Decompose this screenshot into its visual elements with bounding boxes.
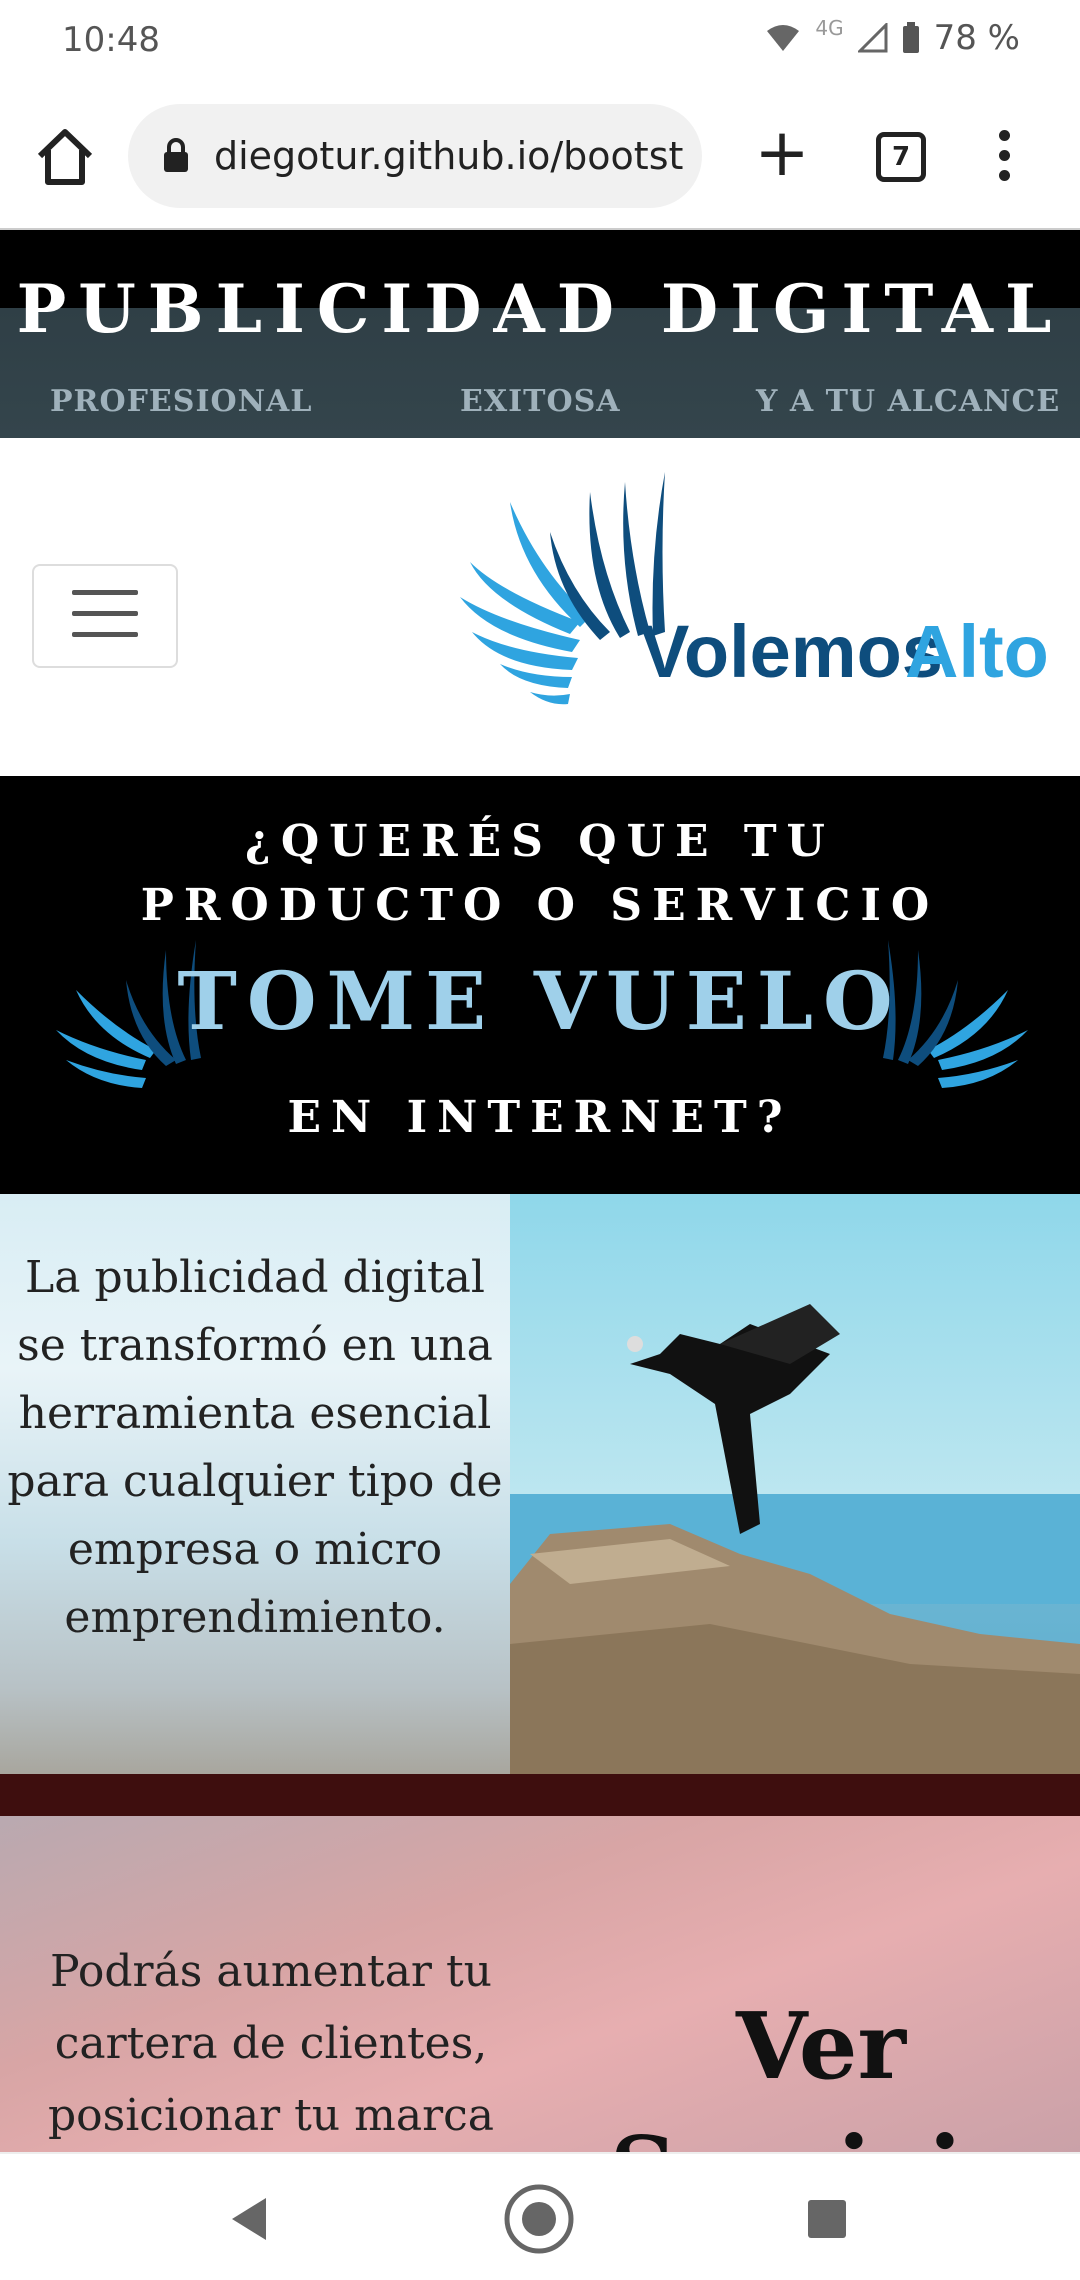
- banner-line-1: ¿QUERÉS QUE TU: [245, 816, 835, 867]
- status-icons: 4G 78 %: [765, 16, 1020, 58]
- battery-icon: [902, 22, 919, 53]
- home-icon[interactable]: [30, 122, 100, 192]
- logo-text-volemos: Volemos: [640, 610, 943, 693]
- recents-icon[interactable]: [792, 2184, 862, 2254]
- logo-text-alto: Alto: [905, 610, 1049, 693]
- intro-section: La publicidad digital se transformó en u…: [0, 1194, 1080, 1774]
- lock-icon: [164, 138, 188, 172]
- banner-line-4: EN INTERNET?: [287, 1092, 793, 1143]
- volemosalto-logo[interactable]: Volemos Alto: [460, 472, 1060, 722]
- benefits-section: Podrás aumentar tu cartera de clientes, …: [0, 1816, 1080, 2152]
- section-divider: [0, 1774, 1080, 1816]
- home-nav-icon[interactable]: [504, 2184, 574, 2254]
- hero-header: PUBLICIDAD DIGITAL PROFESIONAL EXITOSA Y…: [0, 230, 1080, 438]
- banner-line-2: PRODUCTO O SERVICIO: [140, 880, 940, 931]
- signal-icon: [857, 23, 888, 53]
- wifi-icon: [767, 25, 800, 51]
- navbar: Volemos Alto: [0, 438, 1080, 774]
- hero-sub-alcance: Y A TU ALCANCE: [756, 384, 1061, 419]
- intro-paragraph: La publicidad digital se transformó en u…: [7, 1252, 503, 1643]
- wing-right-icon: [883, 940, 1028, 1088]
- services-heading[interactable]: Ver: [736, 1992, 906, 2100]
- status-bar: 10:48 4G 78 %: [0, 0, 1080, 84]
- cta-banner: ¿QUERÉS QUE TU PRODUCTO O SERVICIO TOME …: [0, 776, 1080, 1194]
- address-bar[interactable]: diegotur.github.io/bootst: [128, 104, 702, 208]
- back-icon[interactable]: [216, 2184, 286, 2254]
- system-nav-bar: [0, 2152, 1080, 2280]
- services-heading-2[interactable]: Servicios: [610, 2116, 1076, 2152]
- hero-sub-exitosa: EXITOSA: [460, 384, 621, 419]
- browser-toolbar: diegotur.github.io/bootst + 7: [0, 84, 1080, 230]
- status-time: 10:48: [62, 20, 160, 60]
- url-text: diegotur.github.io/bootst: [214, 134, 684, 178]
- new-tab-button[interactable]: +: [752, 118, 812, 194]
- hero-title: PUBLICIDAD DIGITAL: [16, 270, 1064, 348]
- battery-level: 78 %: [933, 18, 1020, 58]
- hamburger-menu-button[interactable]: [32, 564, 178, 668]
- benefits-paragraph: Podrás aumentar tu cartera de clientes, …: [48, 1946, 494, 2141]
- overflow-menu-icon[interactable]: [986, 126, 1022, 188]
- hero-sub-profesional: PROFESIONAL: [50, 384, 313, 419]
- tab-switcher-button[interactable]: 7: [876, 132, 926, 182]
- web-page: PUBLICIDAD DIGITAL PROFESIONAL EXITOSA Y…: [0, 230, 1080, 2152]
- condor-photo: [510, 1194, 1080, 1774]
- network-type: 4G: [815, 16, 844, 40]
- intro-text-panel: La publicidad digital se transformó en u…: [0, 1194, 510, 1774]
